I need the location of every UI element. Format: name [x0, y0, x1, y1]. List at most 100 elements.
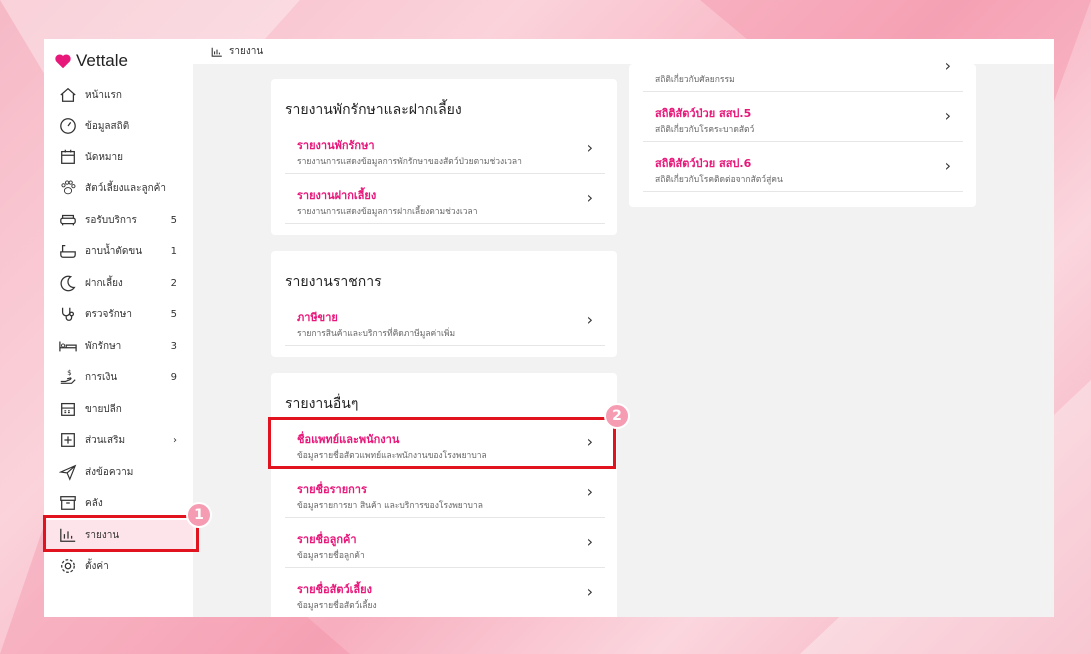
sidebar-item-addons[interactable]: ส่วนเสริม › — [44, 425, 193, 455]
sidebar-item-label: รอรับบริการ — [85, 214, 137, 226]
sidebar-item-label: สัตว์เลี้ยงและลูกค้า — [85, 182, 166, 194]
count-badge: 2 — [170, 277, 177, 289]
sidebar-item-label: ตั้งค่า — [85, 560, 109, 572]
report-title: รายงานฝากเลี้ยง — [297, 189, 377, 202]
sidebar-item-hospitalization[interactable]: พักรักษา 3 — [44, 331, 193, 361]
card-title: รายงานพักรักษาและฝากเลี้ยง — [285, 102, 462, 118]
report-description: รายงานการแสดงข้อมูลการฝากเลี้ยงตามช่วงเว… — [297, 207, 478, 217]
sidebar-item-finance[interactable]: $ การเงิน 9 — [44, 362, 193, 392]
sidebar-item-statistics[interactable]: ข้อมูลสถิติ — [44, 111, 193, 141]
app-name: Vettale — [76, 51, 128, 70]
sidebar-item-home[interactable]: หน้าแรก — [44, 80, 193, 110]
report-title: ภาษีขาย — [297, 311, 338, 324]
sidebar-item-treatment[interactable]: ตรวจรักษา 5 — [44, 299, 193, 329]
report-title: สถิติสัตว์ป่วย สสป.6 — [655, 157, 752, 170]
calendar-icon — [58, 147, 78, 167]
report-row-pets[interactable]: รายชื่อสัตว์เลี้ยง ข้อมูลรายชื่อสัตว์เลี… — [285, 568, 605, 617]
plus-square-icon — [58, 430, 78, 450]
sidebar-item-pets-customers[interactable]: สัตว์เลี้ยงและลูกค้า — [44, 173, 193, 203]
chevron-right-icon: › — [586, 188, 593, 207]
statistics-reports-card: สถิติเกี่ยวกับศัลยกรรม › สถิติสัตว์ป่วย … — [629, 56, 976, 207]
sidebar-item-label: ฝากเลี้ยง — [85, 277, 123, 289]
sidebar-item-label: ส่งข้อความ — [85, 466, 134, 478]
gear-icon — [58, 556, 78, 576]
report-row-surgery-stats[interactable]: สถิติเกี่ยวกับศัลยกรรม › — [643, 42, 963, 92]
chevron-right-icon: › — [586, 310, 593, 329]
sidebar-item-grooming[interactable]: อาบน้ำตัดขน 1 — [44, 236, 193, 266]
sidebar-item-label: พักรักษา — [85, 340, 122, 352]
paw-icon — [58, 178, 78, 198]
card-title: รายงานราชการ — [285, 274, 382, 290]
report-title: รายชื่อสัตว์เลี้ยง — [297, 583, 372, 596]
step-badge-1: 1 — [186, 502, 212, 528]
sofa-icon — [58, 210, 78, 230]
cash-register-icon — [58, 399, 78, 419]
chevron-right-icon: › — [586, 532, 593, 551]
government-reports-card: รายงานราชการ ภาษีขาย รายการสินค้าและบริก… — [271, 251, 617, 357]
breadcrumb-label: รายงาน — [229, 46, 264, 57]
sidebar-item-label: การเงิน — [85, 371, 118, 383]
chevron-right-icon: › — [586, 138, 593, 157]
svg-text:$: $ — [67, 368, 72, 377]
send-icon — [58, 462, 78, 482]
report-row-items[interactable]: รายชื่อรายการ ข้อมูลรายการยา สินค้า และบ… — [285, 468, 605, 518]
sidebar-item-label: ขายปลีก — [85, 403, 122, 415]
count-badge: 9 — [170, 371, 177, 383]
report-row-customers[interactable]: รายชื่อลูกค้า ข้อมูลรายชื่อลูกค้า › — [285, 518, 605, 568]
home-icon — [58, 85, 78, 105]
report-description: ข้อมูลรายชื่อลูกค้า — [297, 551, 365, 561]
sidebar-item-boarding[interactable]: ฝากเลี้ยง 2 — [44, 268, 193, 298]
card-title: รายงานอื่นๆ — [285, 396, 359, 412]
sidebar-item-appointments[interactable]: นัดหมาย — [44, 142, 193, 172]
money-hand-icon: $ — [58, 367, 78, 387]
chevron-right-icon: › — [173, 434, 177, 446]
report-description: รายงานการแสดงข้อมูลการพักรักษาของสัตว์ป่… — [297, 157, 522, 167]
sidebar-item-settings[interactable]: ตั้งค่า — [44, 551, 193, 581]
sidebar-item-waiting[interactable]: รอรับบริการ 5 — [44, 205, 193, 235]
report-title: รายชื่อลูกค้า — [297, 533, 357, 546]
chevron-right-icon: › — [944, 156, 951, 175]
report-row-hospitalization[interactable]: รายงานพักรักษา รายงานการแสดงข้อมูลการพัก… — [285, 124, 605, 174]
report-description: สถิติเกี่ยวกับโรคระบาดสัตว์ — [655, 125, 755, 135]
bed-icon — [58, 336, 78, 356]
gauge-icon — [58, 116, 78, 136]
report-title: สถิติสัตว์ป่วย สสป.5 — [655, 107, 752, 120]
chevron-right-icon: › — [944, 56, 951, 75]
sidebar-item-label: หน้าแรก — [85, 89, 122, 101]
moon-icon — [58, 273, 78, 293]
chevron-right-icon: › — [944, 106, 951, 125]
chevron-right-icon: › — [586, 482, 593, 501]
count-badge: 5 — [170, 214, 177, 226]
report-description: สถิติเกี่ยวกับโรคติดต่อจากสัตว์สู่คน — [655, 175, 783, 185]
step-badge-2: 2 — [604, 403, 630, 429]
report-description: สถิติเกี่ยวกับศัลยกรรม — [655, 75, 735, 85]
archive-icon — [58, 493, 78, 513]
count-badge: 1 — [170, 245, 177, 257]
highlight-box-reports — [43, 515, 199, 552]
report-row-sales-tax[interactable]: ภาษีขาย รายการสินค้าและบริการที่คิดภาษีม… — [285, 296, 605, 346]
sidebar-item-label: ส่วนเสริม — [85, 434, 126, 446]
highlight-box-doctors-staff — [268, 417, 616, 469]
app-logo[interactable]: Vettale — [54, 51, 128, 71]
other-reports-card: รายงานอื่นๆ ชื่อแพทย์และพนักงาน ข้อมูลรา… — [271, 373, 617, 617]
bathtub-icon — [58, 241, 78, 261]
sidebar-item-retail[interactable]: ขายปลีก — [44, 394, 193, 424]
report-row-boarding[interactable]: รายงานฝากเลี้ยง รายงานการแสดงข้อมูลการฝา… — [285, 174, 605, 224]
heart-logo-icon — [55, 54, 71, 69]
sidebar-item-label: นัดหมาย — [85, 151, 123, 163]
sidebar-item-messages[interactable]: ส่งข้อความ — [44, 457, 193, 487]
sidebar-item-label: อาบน้ำตัดขน — [85, 245, 143, 257]
sidebar-item-inventory[interactable]: คลัง — [44, 488, 193, 518]
bar-chart-icon — [211, 47, 222, 57]
chevron-right-icon: › — [586, 582, 593, 601]
report-row-sasp5[interactable]: สถิติสัตว์ป่วย สสป.5 สถิติเกี่ยวกับโรคระ… — [643, 92, 963, 142]
report-description: รายการสินค้าและบริการที่คิดภาษีมูลค่าเพิ… — [297, 329, 456, 339]
stethoscope-icon — [58, 304, 78, 324]
report-title: รายชื่อรายการ — [297, 483, 367, 496]
report-title: รายงานพักรักษา — [297, 139, 375, 152]
report-description: ข้อมูลรายการยา สินค้า และบริการของโรงพยา… — [297, 501, 483, 511]
report-row-sasp6[interactable]: สถิติสัตว์ป่วย สสป.6 สถิติเกี่ยวกับโรคติ… — [643, 142, 963, 192]
count-badge: 5 — [170, 308, 177, 320]
sidebar-item-label: คลัง — [85, 497, 103, 509]
sidebar-item-label: ข้อมูลสถิติ — [85, 120, 130, 132]
